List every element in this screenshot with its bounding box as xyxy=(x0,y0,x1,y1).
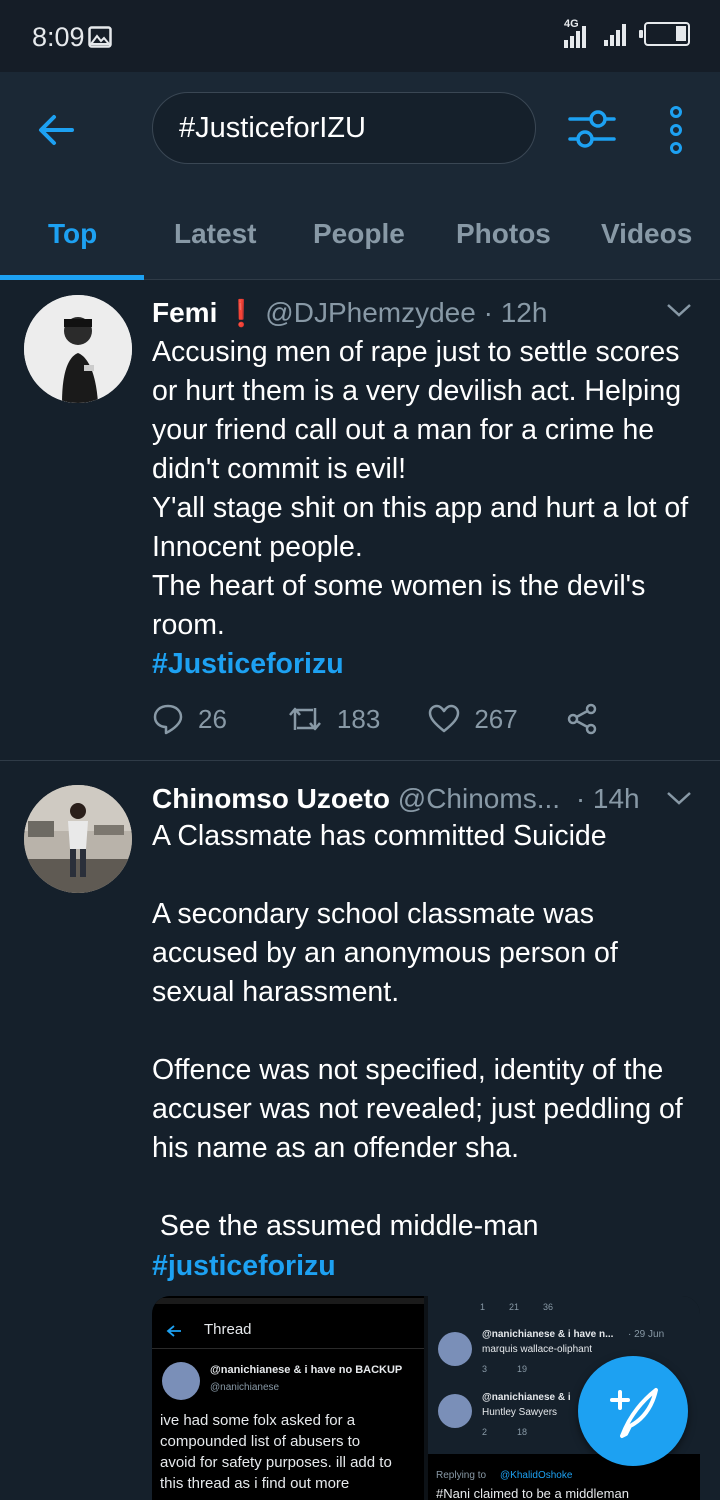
handle[interactable]: @Chinoms... xyxy=(398,783,560,814)
tweet[interactable]: Femi ❗ @DJPhemzydee · 12h Accusing men o… xyxy=(0,281,720,761)
avatar[interactable] xyxy=(24,295,132,403)
embedded-avatar xyxy=(438,1332,472,1366)
tweet-header: Femi ❗ @DJPhemzydee · 12h xyxy=(152,297,547,329)
embedded-text: ive had some folx asked for a compounded… xyxy=(160,1412,392,1492)
embedded-action-counts: 2 18 xyxy=(482,1427,528,1437)
tweet-text: A Classmate has committed Suicide A seco… xyxy=(152,820,683,1242)
like-button[interactable]: 267 xyxy=(428,703,518,735)
image-notification-icon xyxy=(88,26,112,48)
signal-icon xyxy=(604,22,626,46)
tweet-header: Chinomso Uzoeto @Chinoms... · 14h xyxy=(152,783,640,815)
embedded-status-bar xyxy=(152,1298,424,1304)
status-bar: 8:09 4G xyxy=(0,0,720,72)
battery-icon xyxy=(639,22,690,46)
hashtag-link[interactable]: #Justiceforizu xyxy=(152,645,700,684)
timestamp: · 14h xyxy=(575,783,640,814)
hashtag-link[interactable]: #justiceforizu xyxy=(152,1247,700,1286)
media-image-left[interactable]: Thread @nanichianese & i have no BACKUP … xyxy=(152,1296,424,1500)
reply-count: 26 xyxy=(198,703,227,734)
embedded-text: #Nani claimed to be a middleman xyxy=(436,1486,629,1500)
filter-settings-icon[interactable] xyxy=(568,108,616,152)
heart-icon xyxy=(429,704,460,733)
embedded-time: · 29 Jun xyxy=(628,1329,665,1340)
retweet-button[interactable]: 183 xyxy=(287,704,380,735)
embedded-action-counts: 1 21 36 xyxy=(480,1302,554,1312)
share-icon xyxy=(567,703,596,735)
tweet-actions: 26 183 267 xyxy=(152,703,598,735)
timestamp: · 12h xyxy=(483,297,548,328)
signal-4g-icon: 4G xyxy=(564,18,586,48)
display-name[interactable]: Femi xyxy=(152,297,217,328)
tweet-text: Accusing men of rape just to settle scor… xyxy=(152,336,689,641)
back-arrow-icon[interactable] xyxy=(34,108,78,152)
retweet-count: 183 xyxy=(336,703,381,734)
embedded-handle: @nanichianese xyxy=(210,1382,280,1393)
retweet-icon xyxy=(288,707,321,731)
search-header: #JusticeforIZU Top Latest People Photos … xyxy=(0,72,720,280)
search-input[interactable]: #JusticeforIZU xyxy=(152,92,536,164)
reply-button[interactable]: 26 xyxy=(152,703,227,735)
search-query: #JusticeforIZU xyxy=(179,112,366,144)
tab-top[interactable]: Top xyxy=(48,218,97,250)
search-tabs: Top Latest People Photos Videos xyxy=(0,198,720,280)
avatar[interactable] xyxy=(24,785,132,893)
embedded-thread-title: Thread xyxy=(204,1321,252,1338)
embedded-avatar xyxy=(438,1394,472,1428)
compose-tweet-button[interactable] xyxy=(578,1356,688,1466)
embedded-replying-label: Replying to xyxy=(436,1470,487,1481)
tab-videos[interactable]: Videos xyxy=(601,218,692,250)
embedded-reply-area: Replying to @KhalidOshoke #Nani claimed … xyxy=(428,1454,700,1500)
embedded-divider xyxy=(152,1348,424,1349)
display-name[interactable]: Chinomso Uzoeto xyxy=(152,783,390,814)
reply-icon xyxy=(153,704,183,735)
tab-people[interactable]: People xyxy=(313,218,405,250)
tab-latest[interactable]: Latest xyxy=(174,218,256,250)
like-count: 267 xyxy=(474,703,518,734)
embedded-username: @nanichianese & i xyxy=(482,1392,571,1403)
active-tab-indicator xyxy=(0,275,144,280)
embedded-avatar xyxy=(162,1362,200,1400)
status-icons: 4G xyxy=(564,18,690,48)
chevron-down-icon[interactable] xyxy=(666,301,692,319)
verified-badge: ❗ xyxy=(225,298,258,328)
handle[interactable]: @DJPhemzydee xyxy=(265,297,476,328)
chevron-down-icon[interactable] xyxy=(666,789,692,807)
embedded-text: Huntley Sawyers xyxy=(482,1407,558,1418)
status-time: 8:09 xyxy=(32,22,85,52)
embedded-action-counts: 3 19 xyxy=(482,1364,528,1374)
compose-feather-icon xyxy=(610,1388,658,1438)
embedded-username: @nanichianese & i have no BACKUP xyxy=(210,1364,403,1376)
embedded-username: @nanichianese & i have n... xyxy=(482,1329,614,1340)
tab-photos[interactable]: Photos xyxy=(456,218,551,250)
embedded-replying-handle: @KhalidOshoke xyxy=(500,1470,573,1481)
back-arrow-icon xyxy=(166,1325,181,1337)
more-options-icon[interactable] xyxy=(664,106,688,154)
share-button[interactable] xyxy=(566,703,598,735)
embedded-text: marquis wallace-oliphant xyxy=(482,1344,593,1355)
